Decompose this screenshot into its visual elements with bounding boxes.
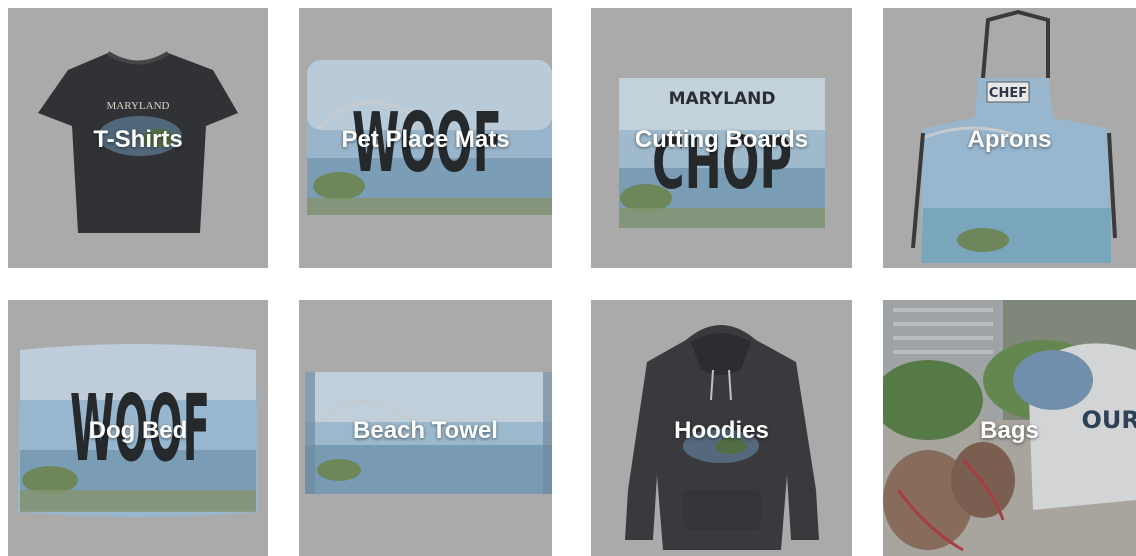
tile-label: Hoodies <box>674 417 769 444</box>
tile-label: T-Shirts <box>93 126 183 153</box>
tile-label: Bags <box>980 417 1039 444</box>
tile-label: Dog Bed <box>88 417 188 444</box>
category-tile-hoodies[interactable]: Hoodies <box>591 300 852 556</box>
category-tile-beach-towel[interactable]: Beach Towel <box>299 300 552 556</box>
category-tile-aprons[interactable]: CHEF Aprons <box>883 8 1136 268</box>
tile-label: Cutting Boards <box>634 126 809 153</box>
category-tile-pet-place-mats[interactable]: WOOF Pet Place Mats <box>299 8 552 268</box>
tile-label: Pet Place Mats <box>341 126 510 153</box>
tile-label: Aprons <box>967 126 1052 153</box>
tile-label: Beach Towel <box>353 417 498 444</box>
category-tile-bags[interactable]: OUR E Bags <box>883 300 1136 556</box>
category-tile-dog-bed[interactable]: WOOF Dog Bed <box>8 300 268 556</box>
category-tile-cutting-boards[interactable]: MARYLAND CHOP Cutting Boards <box>591 8 852 268</box>
category-tile-t-shirts[interactable]: MARYLAND T-Shirts <box>8 8 268 268</box>
